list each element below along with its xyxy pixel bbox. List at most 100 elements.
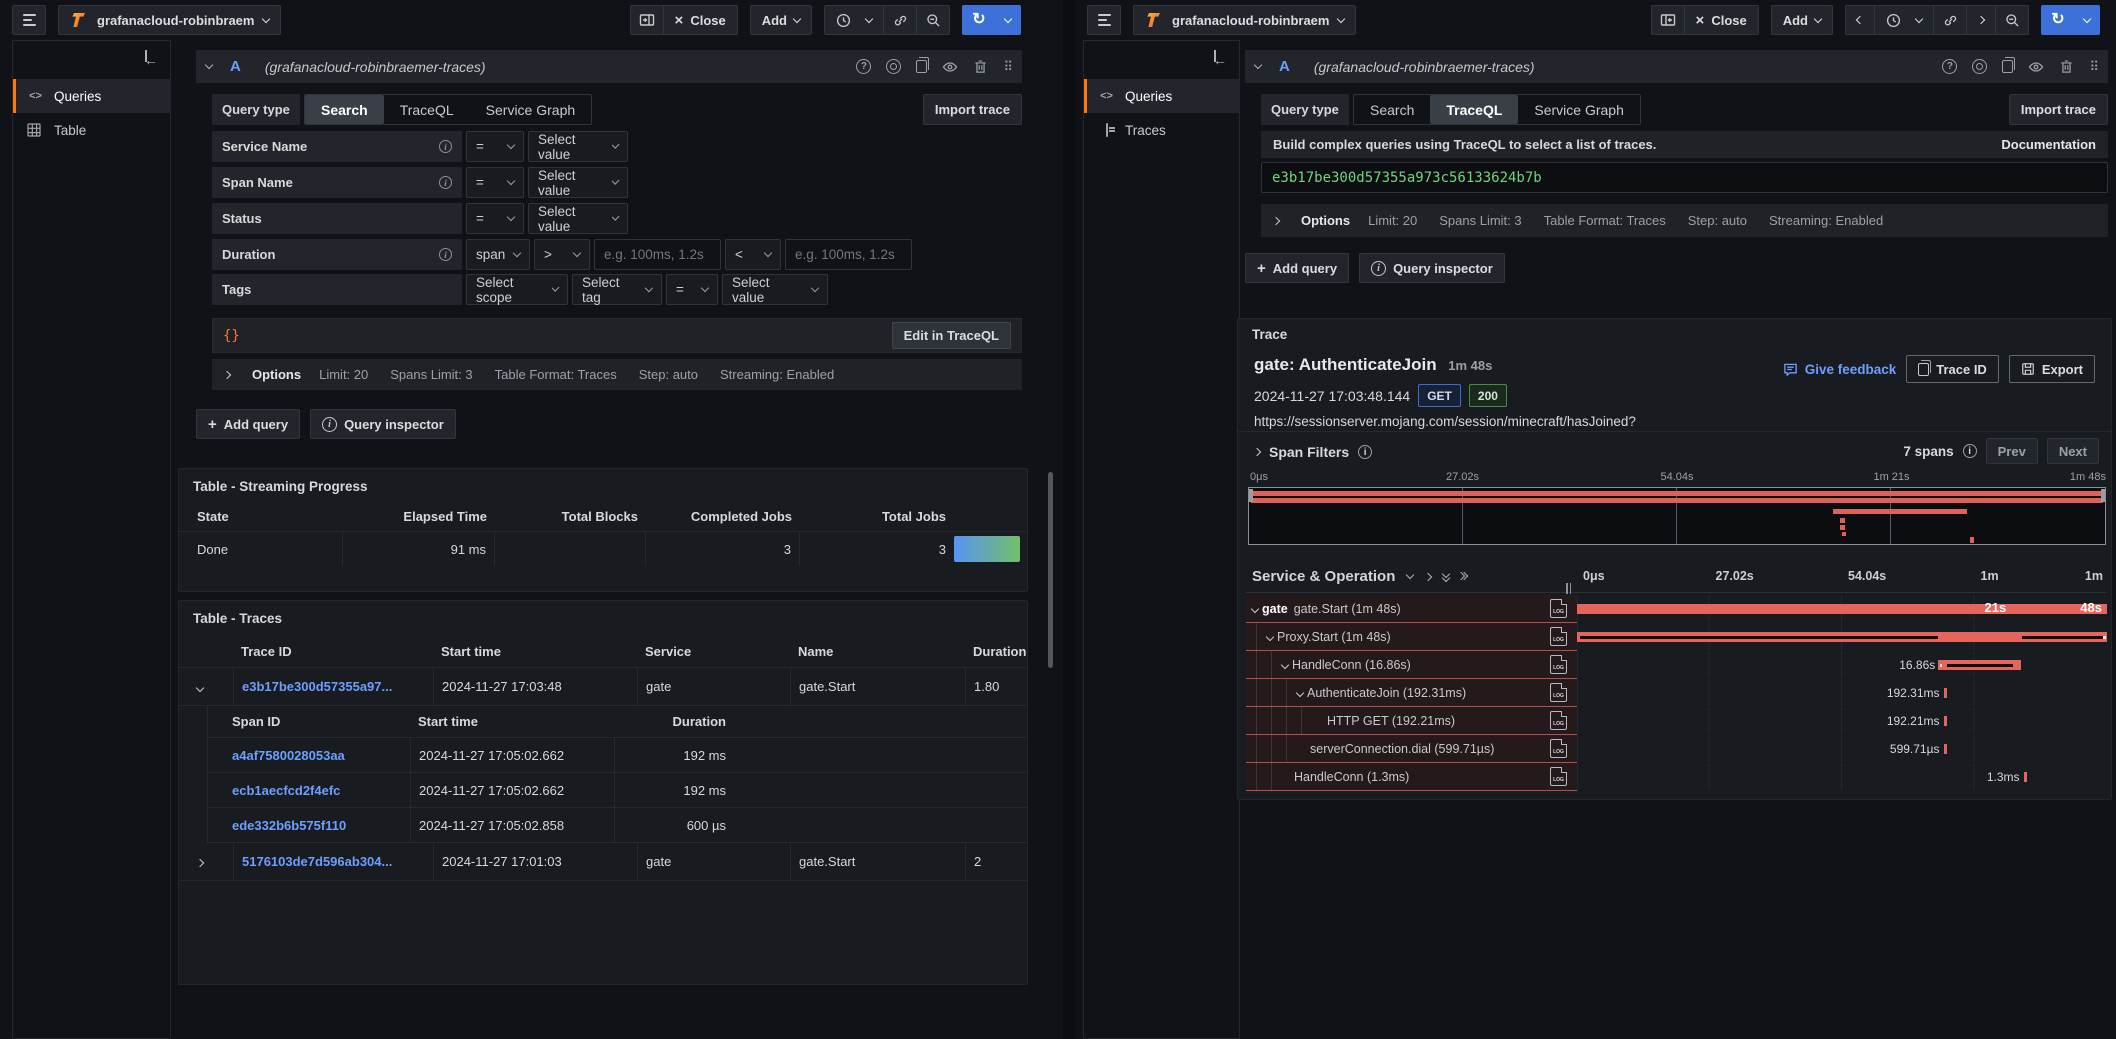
add-query-button[interactable]: +Add query	[1245, 253, 1349, 283]
span-timeline-cell[interactable]: 192.21ms	[1577, 707, 2107, 735]
drag-handle-icon[interactable]: ⠿	[2089, 59, 2098, 75]
duration-max-input[interactable]	[785, 239, 912, 270]
query-row-header[interactable]: A (grafanacloud-robinbraemer-traces) ? ⠿	[196, 50, 1022, 83]
span-row-authenticatejoin[interactable]: AuthenticateJoin (192.31ms) LOG 192.31ms	[1246, 679, 2107, 707]
span-timeline-cell[interactable]: 1.3ms	[1577, 763, 2107, 791]
query-inspector-button[interactable]: iQuery inspector	[1359, 253, 1505, 283]
span-id-link[interactable]: a4af7580028053aa	[224, 748, 410, 763]
tags-scope-select[interactable]: Select scope	[466, 274, 568, 305]
col-elapsed-time[interactable]: Elapsed Time	[343, 509, 495, 524]
span-row-http-get[interactable]: HTTP GET (192.21ms) LOG 192.21ms	[1246, 707, 2107, 735]
span-name-cell[interactable]: Proxy.Start (1m 48s) LOG	[1246, 623, 1577, 651]
time-picker-button[interactable]	[1874, 5, 1934, 35]
menu-toggle-button[interactable]	[12, 5, 46, 35]
run-query-button[interactable]: ↻	[2041, 5, 2075, 35]
give-feedback-link[interactable]: Give feedback	[1783, 362, 1897, 377]
span-tick[interactable]	[1944, 688, 1947, 698]
minimap-handle-right[interactable]	[2101, 489, 2105, 502]
col-service[interactable]: Service	[637, 644, 790, 659]
duration-gt-select[interactable]: >	[534, 239, 590, 270]
log-icon[interactable]: LOG	[1550, 655, 1567, 674]
sidebar-item-traces[interactable]: Traces	[1084, 113, 1239, 147]
status-operator-select[interactable]: =	[466, 203, 524, 234]
span-name-cell[interactable]: HandleConn (16.86s) LOG	[1246, 651, 1577, 679]
export-button[interactable]: Export	[2009, 355, 2095, 383]
run-query-interval-button[interactable]	[995, 5, 1021, 35]
options-collapse-row[interactable]: Options Limit: 20 Spans Limit: 3 Table F…	[212, 359, 1022, 390]
span-timeline-cell[interactable]: 16.86s	[1577, 651, 2107, 679]
span-name-cell[interactable]: AuthenticateJoin (192.31ms) LOG	[1246, 679, 1577, 707]
col-span-start[interactable]: Start time	[410, 714, 614, 729]
add-dropdown-button[interactable]: Add	[750, 5, 812, 35]
zoom-out-button[interactable]	[1995, 5, 2029, 35]
tab-service-graph[interactable]: Service Graph	[1518, 95, 1639, 124]
next-span-button[interactable]: Next	[2047, 438, 2099, 464]
info-icon[interactable]: i	[1963, 444, 1977, 458]
span-id-link[interactable]: ede332b6b575f110	[224, 818, 410, 833]
trace-minimap[interactable]	[1248, 487, 2106, 545]
close-split-button[interactable]: ×Close	[663, 5, 738, 35]
span-bar[interactable]	[1577, 604, 2107, 614]
time-back-button[interactable]	[1845, 5, 1875, 35]
span-row-gate-start[interactable]: gate gate.Start (1m 48s) LOG 21s 48s	[1246, 595, 2107, 623]
trace-id-link[interactable]: e3b17be300d57355a97...	[233, 668, 433, 705]
col-state[interactable]: State	[189, 509, 343, 524]
collapse-all-icon[interactable]	[1443, 573, 1449, 581]
log-icon[interactable]: LOG	[1550, 683, 1567, 702]
span-filters-toggle[interactable]: Span Filters i	[1254, 439, 1372, 465]
close-split-button[interactable]: ×Close	[1684, 5, 1759, 35]
info-icon[interactable]: i	[439, 176, 452, 189]
add-query-button[interactable]: +Add query	[196, 409, 300, 439]
sidebar-item-queries[interactable]: <>Queries	[1084, 79, 1239, 113]
log-icon[interactable]: LOG	[1550, 627, 1567, 646]
menu-toggle-button[interactable]	[1087, 5, 1121, 35]
import-trace-button[interactable]: Import trace	[923, 94, 1022, 125]
share-link-button[interactable]	[1933, 5, 1967, 35]
left-pane-scrollbar[interactable]	[1048, 472, 1053, 668]
tab-search[interactable]: Search	[1354, 95, 1430, 124]
drag-handle-icon[interactable]: ⠿	[1003, 59, 1012, 75]
collapse-one-icon[interactable]	[1407, 575, 1413, 578]
col-span-duration[interactable]: Duration	[614, 714, 734, 729]
add-dropdown-button[interactable]: Add	[1771, 5, 1833, 35]
query-row-header[interactable]: A (grafanacloud-robinbraemer-traces) ? ⠿	[1245, 50, 2108, 83]
collapse-sidebar-button[interactable]: ←	[1084, 41, 1239, 79]
col-completed-jobs[interactable]: Completed Jobs	[646, 509, 800, 524]
span-id-link[interactable]: ecb1aecfcd2f4efc	[224, 783, 410, 798]
span-name-cell[interactable]: gate gate.Start (1m 48s) LOG	[1246, 595, 1577, 623]
run-query-interval-button[interactable]	[2074, 5, 2100, 35]
span-name-cell[interactable]: HTTP GET (192.21ms) LOG	[1246, 707, 1577, 735]
expand-one-icon[interactable]	[1425, 574, 1431, 580]
span-row-serverconnection-dial[interactable]: serverConnection.dial (599.71µs) LOG 599…	[1246, 735, 2107, 763]
tab-traceql[interactable]: TraceQL	[1430, 95, 1518, 124]
span-tick[interactable]	[1944, 716, 1947, 726]
documentation-link[interactable]: Documentation	[2001, 137, 2096, 152]
service-name-value-select[interactable]: Select value	[528, 131, 628, 162]
tab-traceql[interactable]: TraceQL	[384, 95, 470, 124]
span-name-cell[interactable]: serverConnection.dial (599.71µs) LOG	[1246, 735, 1577, 763]
help-icon[interactable]: ?	[1942, 59, 1957, 74]
span-timeline-cell[interactable]: 192.31ms	[1577, 679, 2107, 707]
traceql-query-input[interactable]: e3b17be300d57355a973c56133624b7b	[1261, 162, 2108, 193]
col-start-time[interactable]: Start time	[433, 644, 637, 659]
datasource-picker[interactable]: grafanacloud-robinbraem	[1133, 5, 1356, 35]
collapse-sidebar-button[interactable]: ←	[13, 41, 170, 79]
col-total-jobs[interactable]: Total Jobs	[800, 509, 954, 524]
info-icon[interactable]: i	[439, 248, 452, 261]
trace-id-link[interactable]: 5176103de7d596ab304...	[233, 843, 433, 880]
hide-response-icon[interactable]	[2028, 59, 2044, 75]
trace-id-button[interactable]: Trace ID	[1906, 355, 1999, 383]
duration-scope-select[interactable]: span	[466, 239, 530, 270]
info-icon[interactable]: i	[439, 140, 452, 153]
import-trace-button[interactable]: Import trace	[2009, 94, 2108, 125]
duration-min-input[interactable]	[594, 239, 721, 270]
time-picker-button[interactable]	[824, 5, 884, 35]
tab-service-graph[interactable]: Service Graph	[470, 95, 591, 124]
span-name-cell[interactable]: HandleConn (1.3ms) LOG	[1246, 763, 1577, 791]
column-resizer-handle[interactable]	[1566, 583, 1571, 594]
expand-all-icon[interactable]	[1461, 575, 1467, 579]
tags-tag-select[interactable]: Select tag	[572, 274, 662, 305]
span-row-proxy-start[interactable]: Proxy.Start (1m 48s) LOG	[1246, 623, 2107, 651]
log-icon[interactable]: LOG	[1550, 711, 1567, 730]
tab-search[interactable]: Search	[305, 95, 384, 124]
